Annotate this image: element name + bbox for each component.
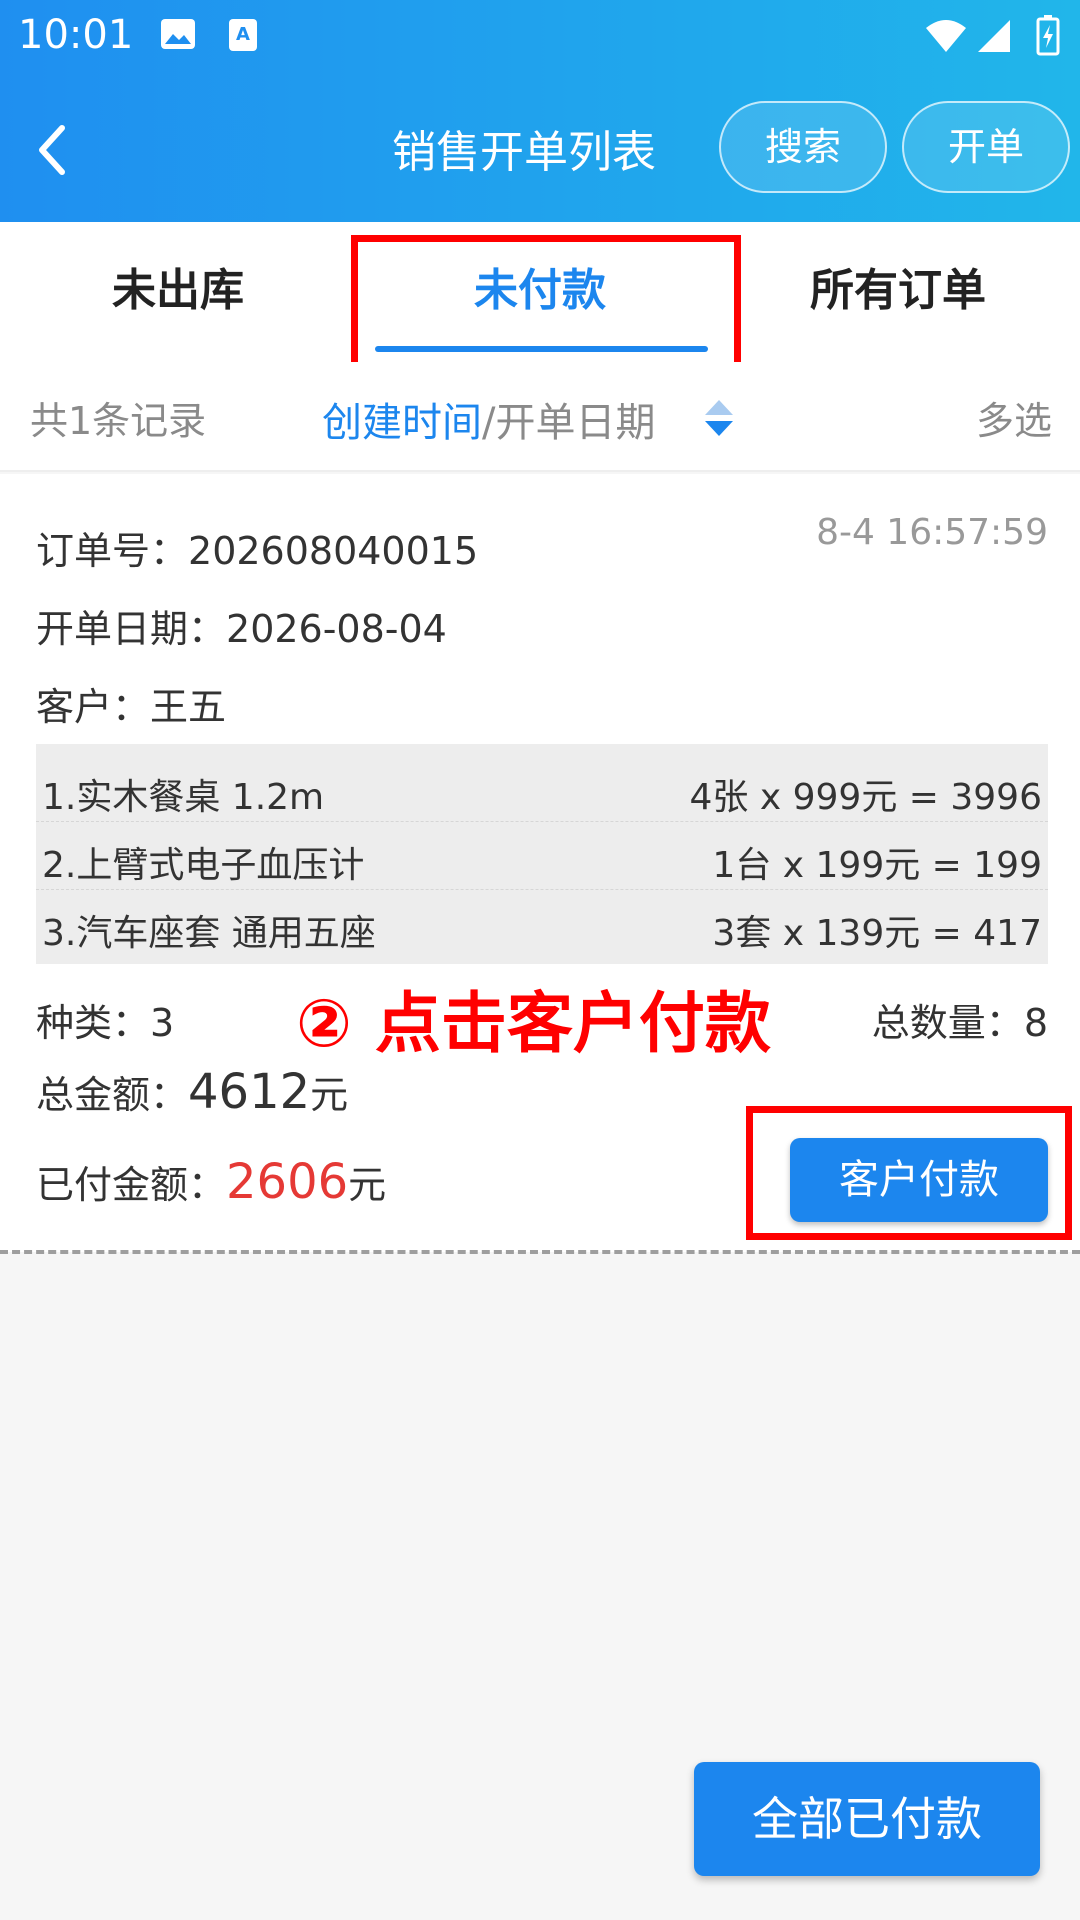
filter-bar: 共1条记录 创建时间/开单日期 多选 (0, 362, 1080, 472)
annotation-text: ② 点击客户付款 (296, 985, 771, 1062)
order-number-row: 订单号：202608040015 (36, 520, 478, 575)
item-subtotal: 4张 x 999元 = 3996 (689, 777, 1042, 818)
back-arrow-icon[interactable] (28, 120, 78, 180)
list-item: 3.汽车座套 通用五座 3套 x 139元 = 417 (36, 890, 1048, 958)
list-item: 2.上臂式电子血压计 1台 x 199元 = 199 (36, 822, 1048, 890)
highlight-box-tab (351, 235, 741, 376)
item-name: 3.汽车座套 通用五座 (42, 913, 376, 954)
kinds-value: 3 (150, 1001, 175, 1045)
mark-all-paid-button[interactable]: 全部已付款 (694, 1762, 1040, 1876)
signal-icon (978, 20, 1010, 52)
new-order-button[interactable]: 开单 (902, 101, 1070, 193)
status-time: 10:01 (18, 12, 134, 58)
order-number-label: 订单号： (36, 529, 189, 573)
total-row: 总金额：4612元 (36, 1064, 348, 1120)
list-item: 1.实木餐桌 1.2m 4张 x 999元 = 3996 (36, 754, 1048, 822)
tab-all-orders[interactable]: 所有订单 (810, 254, 986, 318)
app-header: 10:01 A 销售开单列表 搜索 开单 (0, 0, 1080, 222)
order-date: 2026-08-04 (226, 607, 447, 651)
total-unit: 元 (310, 1073, 349, 1117)
item-subtotal: 1台 x 199元 = 199 (712, 845, 1042, 886)
sort-created-time[interactable]: 创建时间 (322, 400, 482, 446)
tab-not-shipped[interactable]: 未出库 (112, 254, 244, 318)
svg-text:A: A (236, 24, 250, 45)
customer-label: 客户： (36, 685, 151, 729)
quantity-value: 8 (1023, 1001, 1048, 1045)
item-list: 1.实木餐桌 1.2m 4张 x 999元 = 3996 2.上臂式电子血压计 … (36, 744, 1048, 964)
order-date-row: 开单日期：2026-08-04 (36, 598, 447, 653)
multi-select-button[interactable]: 多选 (976, 390, 1052, 445)
quantity-row: 总数量：8 (872, 992, 1048, 1047)
battery-icon (1036, 15, 1060, 56)
kinds-label: 种类： (36, 1001, 151, 1045)
customer-name: 王五 (150, 685, 227, 729)
total-amount: 4612 (188, 1064, 311, 1120)
created-time: 8-4 16:57:59 (816, 512, 1048, 553)
paid-row: 已付金额：2606元 (36, 1154, 386, 1210)
app-notification-icon: A (229, 19, 257, 51)
paid-amount: 2606 (226, 1154, 349, 1210)
total-label: 总金额： (36, 1073, 189, 1117)
card-divider (0, 1250, 1080, 1254)
customer-row: 客户：王五 (36, 676, 226, 731)
item-name: 2.上臂式电子血压计 (42, 845, 365, 886)
record-count: 共1条记录 (30, 399, 207, 443)
sort-selector[interactable]: 创建时间/开单日期 (322, 390, 655, 448)
quantity-label: 总数量： (871, 1001, 1024, 1045)
wifi-icon (926, 20, 966, 52)
status-bar: 10:01 A (0, 0, 1080, 74)
item-name: 1.实木餐桌 1.2m (42, 777, 325, 818)
search-button[interactable]: 搜索 (719, 101, 887, 193)
paid-label: 已付金额： (36, 1163, 227, 1207)
order-number: 202608040015 (188, 529, 479, 573)
highlight-box-pay (746, 1106, 1072, 1240)
sort-order-date[interactable]: /开单日期 (482, 400, 655, 446)
paid-unit: 元 (348, 1163, 387, 1207)
item-subtotal: 3套 x 139元 = 417 (712, 913, 1042, 954)
order-date-label: 开单日期： (36, 607, 227, 651)
page-title: 销售开单列表 (392, 127, 656, 178)
sort-toggle-icon[interactable] (702, 396, 736, 440)
kinds-row: 种类：3 (36, 992, 174, 1047)
image-notification-icon (161, 19, 195, 49)
